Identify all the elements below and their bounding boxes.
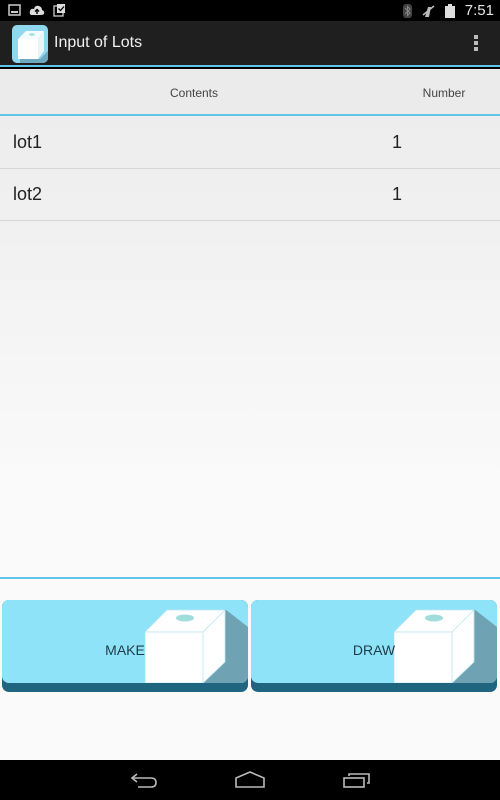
back-icon[interactable] bbox=[124, 768, 164, 792]
make-button[interactable]: MAKE bbox=[2, 600, 248, 692]
app-title: Input of Lots bbox=[54, 34, 143, 51]
signal-off-icon bbox=[422, 4, 435, 17]
draw-button-label: DRAW bbox=[352, 642, 396, 658]
bluetooth-icon bbox=[402, 3, 412, 18]
battery-icon bbox=[444, 3, 455, 18]
draw-button[interactable]: DRAW bbox=[251, 600, 497, 692]
status-bar: 7:51 bbox=[0, 0, 500, 21]
navigation-bar bbox=[0, 760, 500, 800]
clock: 7:51 bbox=[464, 2, 494, 19]
column-header-contents: Contents bbox=[169, 86, 219, 100]
cloud-upload-icon bbox=[29, 5, 45, 15]
make-button-label: MAKE bbox=[105, 642, 145, 658]
table-row[interactable]: lot2 1 bbox=[0, 169, 500, 221]
table-row[interactable]: lot1 1 bbox=[0, 117, 500, 169]
overflow-menu-icon[interactable] bbox=[470, 31, 482, 55]
home-icon[interactable] bbox=[230, 768, 270, 792]
box-app-icon[interactable] bbox=[12, 25, 48, 63]
lot-contents: lot1 bbox=[13, 132, 43, 152]
lot-contents: lot2 bbox=[13, 184, 43, 204]
lot-number: 1 bbox=[391, 132, 402, 152]
lots-list-area: Contents Number lot1 1 lot2 1 MAKE DRAW bbox=[0, 69, 500, 760]
lot-number: 1 bbox=[391, 184, 402, 204]
image-notification-icon bbox=[8, 4, 21, 16]
recent-apps-icon[interactable] bbox=[337, 768, 377, 792]
action-bar: Input of Lots bbox=[0, 21, 500, 67]
divider bbox=[0, 577, 500, 579]
clipboard-check-icon bbox=[53, 4, 65, 17]
column-header-number: Number bbox=[422, 86, 466, 100]
table-header: Contents Number bbox=[0, 69, 500, 116]
